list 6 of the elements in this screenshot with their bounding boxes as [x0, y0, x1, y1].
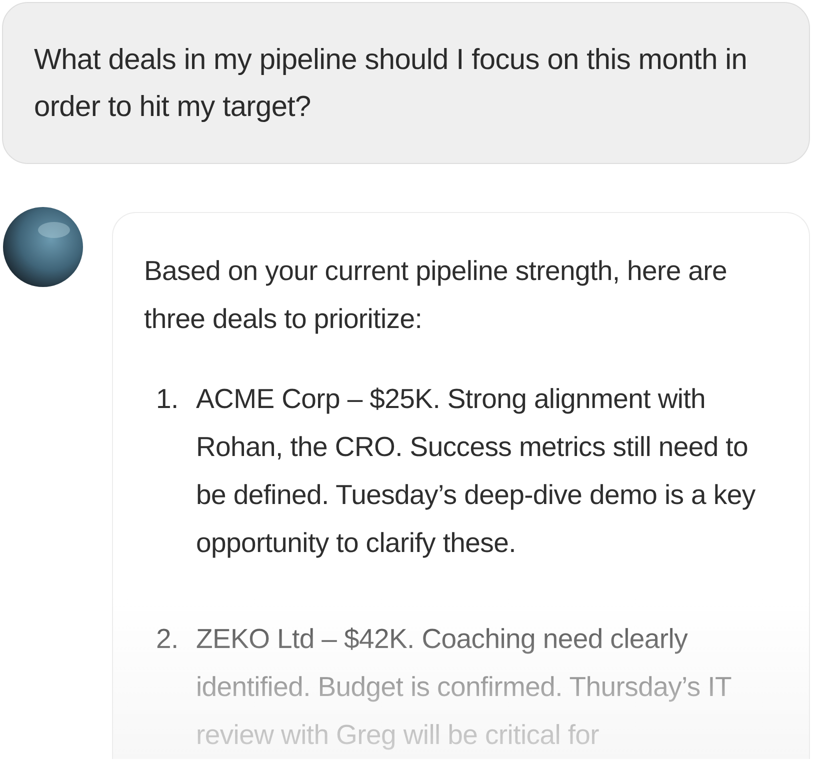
answer-intro: Based on your current pipeline strength, here are three deals to prioritize:: [144, 254, 728, 336]
list-number: 1.: [156, 382, 180, 416]
list-number: 2.: [156, 622, 180, 656]
sphere-avatar-icon: [2, 206, 84, 288]
user-message: What deals in my pipeline should I focus on this month in order to hit my target?: [2, 2, 810, 164]
deal-description: ACME Corp – $25K. Strong alignment with Rohan, the CRO. Success metrics still need to be defined. Tuesday’s deep-dive demo is a key opportunity to clarify these.: [196, 382, 756, 560]
